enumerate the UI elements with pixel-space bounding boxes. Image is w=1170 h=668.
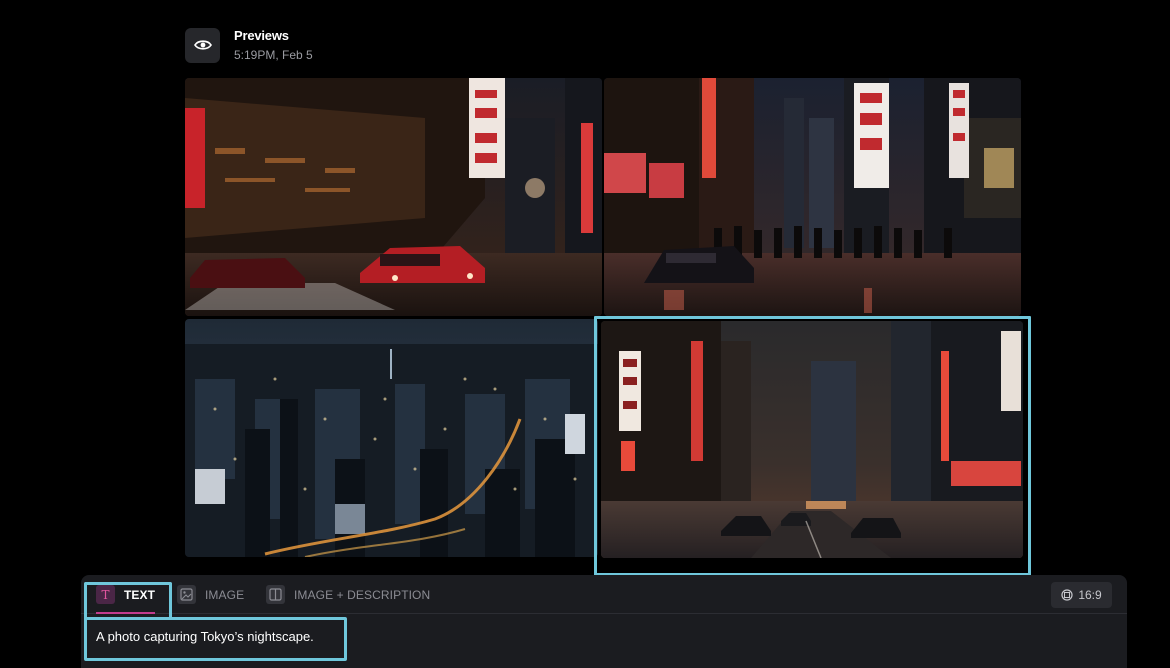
highlight-connector	[169, 614, 172, 620]
previews-header: Previews 5:19PM, Feb 5	[185, 27, 313, 63]
prompt-type-tabs: T TEXT IMAGE IMAGE + DESCRIPTION 16:9	[81, 575, 1127, 614]
image-icon	[177, 585, 196, 604]
aspect-ratio-button[interactable]: 16:9	[1051, 582, 1112, 608]
preview-image-1[interactable]	[185, 78, 602, 316]
text-tab-highlight	[84, 582, 172, 620]
prompt-text-highlight	[84, 617, 347, 661]
preview-image-2[interactable]	[604, 78, 1021, 316]
aspect-ratio-icon	[1061, 589, 1073, 601]
selected-image-highlight	[594, 316, 1031, 576]
previews-title: Previews	[234, 27, 289, 43]
tab-image-label: IMAGE	[205, 587, 245, 602]
eye-icon[interactable]	[185, 27, 220, 63]
aspect-ratio-label: 16:9	[1078, 588, 1102, 602]
tab-image-description-label: IMAGE + DESCRIPTION	[294, 587, 431, 602]
tab-image-description[interactable]: IMAGE + DESCRIPTION	[266, 575, 430, 614]
previews-timestamp: 5:19PM, Feb 5	[234, 47, 313, 62]
image-description-icon	[266, 585, 285, 604]
tab-image[interactable]: IMAGE	[177, 575, 244, 614]
preview-image-3[interactable]	[185, 319, 598, 557]
